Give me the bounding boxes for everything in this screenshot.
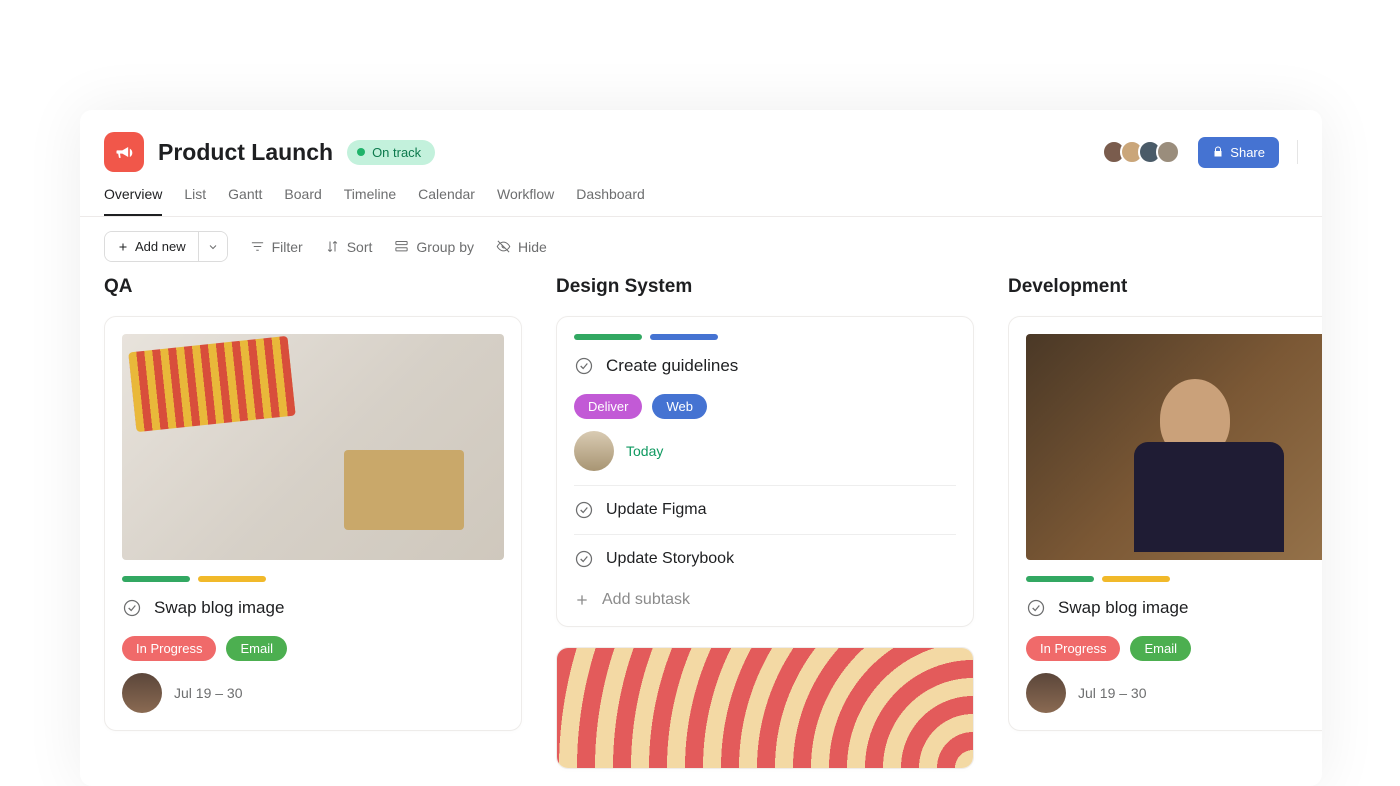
filter-button[interactable]: Filter: [250, 239, 303, 255]
status-pill[interactable]: On track: [347, 140, 435, 165]
chip: [574, 334, 642, 340]
hide-label: Hide: [518, 239, 547, 255]
status-label: On track: [372, 145, 421, 160]
tag-web[interactable]: Web: [652, 394, 707, 419]
group-by-button[interactable]: Group by: [394, 239, 474, 255]
card-chips: [122, 576, 504, 582]
add-new-button[interactable]: Add new: [105, 232, 198, 261]
tag-email[interactable]: Email: [1130, 636, 1191, 661]
chip: [1026, 576, 1094, 582]
subtask-row[interactable]: Update Figma: [574, 485, 956, 534]
member-avatars[interactable]: [1102, 140, 1180, 164]
task-title: Swap blog image: [154, 598, 284, 618]
tag-in-progress[interactable]: In Progress: [1026, 636, 1120, 661]
tab-timeline[interactable]: Timeline: [344, 186, 396, 216]
column-title: Development: [1008, 276, 1322, 298]
lock-icon: [1212, 146, 1224, 158]
assignee-avatar[interactable]: [1026, 673, 1066, 713]
task-card[interactable]: Swap blog image In Progress Email Jul 19…: [104, 316, 522, 731]
card-chips: [1026, 576, 1322, 582]
card-cover-image: [557, 648, 973, 768]
chip: [198, 576, 266, 582]
subtask-row[interactable]: Update Storybook: [574, 534, 956, 583]
plus-icon: [117, 241, 129, 253]
column-title: Design System: [556, 276, 974, 298]
project-icon: [104, 132, 144, 172]
due-date: Jul 19 – 30: [1078, 685, 1147, 701]
complete-check-icon[interactable]: [574, 500, 594, 520]
view-toolbar: Add new Filter Sort Group by Hide: [80, 217, 1322, 276]
complete-check-icon[interactable]: [122, 598, 142, 618]
add-subtask-button[interactable]: Add subtask: [574, 583, 956, 609]
tab-calendar[interactable]: Calendar: [418, 186, 475, 216]
project-header: Product Launch On track Share: [80, 110, 1322, 172]
project-title: Product Launch: [158, 139, 333, 166]
complete-check-icon[interactable]: [1026, 598, 1046, 618]
assignee-avatar[interactable]: [122, 673, 162, 713]
tab-overview[interactable]: Overview: [104, 186, 162, 216]
hide-button[interactable]: Hide: [496, 239, 547, 255]
megaphone-icon: [114, 142, 134, 162]
task-title: Swap blog image: [1058, 598, 1188, 618]
status-dot-icon: [357, 148, 365, 156]
task-title: Create guidelines: [606, 356, 738, 376]
subtask-title: Update Storybook: [606, 550, 734, 568]
subtask-title: Update Figma: [606, 501, 707, 519]
project-tabs: Overview List Gantt Board Timeline Calen…: [80, 172, 1322, 217]
chip: [122, 576, 190, 582]
tab-dashboard[interactable]: Dashboard: [576, 186, 645, 216]
card-chips: [574, 334, 956, 340]
chevron-down-icon: [207, 241, 219, 253]
add-subtask-label: Add subtask: [602, 591, 690, 609]
column-development: Development Swap blog image In Progress …: [1008, 276, 1322, 786]
share-button[interactable]: Share: [1198, 137, 1279, 168]
hide-icon: [496, 239, 511, 254]
add-new-label: Add new: [135, 239, 186, 254]
tab-board[interactable]: Board: [284, 186, 321, 216]
task-card[interactable]: Swap blog image In Progress Email Jul 19…: [1008, 316, 1322, 731]
assignee-avatar[interactable]: [574, 431, 614, 471]
card-cover-image: [1026, 334, 1322, 560]
complete-check-icon[interactable]: [574, 549, 594, 569]
due-date: Today: [626, 443, 663, 459]
task-card[interactable]: [556, 647, 974, 769]
tab-workflow[interactable]: Workflow: [497, 186, 554, 216]
divider: [1297, 140, 1298, 164]
avatar: [1156, 140, 1180, 164]
tab-gantt[interactable]: Gantt: [228, 186, 262, 216]
board: QA Swap blog image In Progress Email: [80, 276, 1322, 786]
sort-label: Sort: [347, 239, 373, 255]
chip: [650, 334, 718, 340]
share-label: Share: [1230, 145, 1265, 160]
task-card[interactable]: Create guidelines Deliver Web Today Upda…: [556, 316, 974, 627]
filter-label: Filter: [272, 239, 303, 255]
chip: [1102, 576, 1170, 582]
tab-list[interactable]: List: [184, 186, 206, 216]
plus-icon: [574, 592, 590, 608]
column-design-system: Design System Create guidelines Deliver …: [556, 276, 974, 786]
tag-email[interactable]: Email: [226, 636, 287, 661]
due-date: Jul 19 – 30: [174, 685, 243, 701]
tag-in-progress[interactable]: In Progress: [122, 636, 216, 661]
card-cover-image: [122, 334, 504, 560]
group-label: Group by: [416, 239, 474, 255]
sort-button[interactable]: Sort: [325, 239, 373, 255]
add-new-split-button: Add new: [104, 231, 228, 262]
tag-deliver[interactable]: Deliver: [574, 394, 642, 419]
filter-icon: [250, 239, 265, 254]
sort-icon: [325, 239, 340, 254]
column-qa: QA Swap blog image In Progress Email: [104, 276, 522, 786]
group-icon: [394, 239, 409, 254]
column-title: QA: [104, 276, 522, 298]
complete-check-icon[interactable]: [574, 356, 594, 376]
add-new-dropdown[interactable]: [198, 232, 227, 261]
